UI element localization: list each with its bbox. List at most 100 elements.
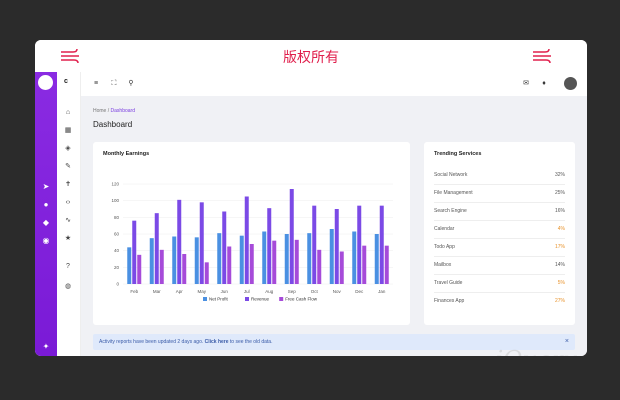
bar <box>244 196 249 284</box>
grid-icon[interactable]: ▦ <box>63 126 73 136</box>
trending-card-title: Trending Services <box>434 151 482 157</box>
bar <box>312 205 317 284</box>
trending-value: 27% <box>554 298 565 304</box>
pen-icon[interactable]: ✎ <box>63 162 73 172</box>
trending-value: 14% <box>554 262 565 268</box>
bar <box>374 234 379 284</box>
alert-link[interactable]: Click here <box>205 339 229 345</box>
bar <box>262 231 267 284</box>
bell-icon[interactable]: ◆ <box>41 218 51 228</box>
trending-value: 16% <box>554 208 565 214</box>
wrench-icon[interactable]: ✦ <box>41 342 51 352</box>
x-tick-label: May <box>197 289 206 294</box>
bar <box>289 189 294 284</box>
globe-icon[interactable]: ◍ <box>63 282 73 292</box>
trending-row: File Management 25% <box>434 184 565 203</box>
trending-name: Mailbox <box>434 262 452 268</box>
user-avatar[interactable] <box>38 75 53 90</box>
x-tick-label: Jan <box>378 289 386 294</box>
wind-logo-icon <box>533 48 551 64</box>
brand-letter[interactable]: c <box>64 78 68 85</box>
x-tick-label: Jul <box>244 289 250 294</box>
alert-message: Activity reports have been updated 2 day… <box>99 339 272 345</box>
top-bar: ≡ ⛶ ⚲ ✉ ♦ <box>81 72 587 96</box>
trending-card: Trending Services Social Network 32% File… <box>424 142 575 325</box>
breadcrumb-separator: / <box>107 108 110 114</box>
trending-name: Todo App <box>434 244 455 250</box>
y-tick-label: 120 <box>111 182 119 187</box>
main-content: ≡ ⛶ ⚲ ✉ ♦ Home / Dashboard Dashboard Mon… <box>81 72 587 356</box>
banner-title: 版权所有 <box>283 50 339 66</box>
bar <box>137 254 142 284</box>
bar <box>249 244 254 284</box>
alert-suffix: to see the old data. <box>228 339 273 345</box>
legend-label: Free Cash Flow <box>285 297 318 302</box>
bar <box>227 246 232 284</box>
search-icon[interactable]: ⚲ <box>126 79 136 89</box>
trending-name: Finances App <box>434 298 465 304</box>
help-icon[interactable]: ● <box>41 200 51 210</box>
home-icon[interactable]: ⌂ <box>63 108 73 118</box>
alert-text: Activity reports have been updated 2 day… <box>99 339 205 345</box>
bar <box>267 208 272 284</box>
bar <box>307 233 312 284</box>
bar <box>222 211 227 284</box>
trending-name: Search Engine <box>434 208 467 214</box>
question-icon[interactable]: ? <box>63 262 73 272</box>
legend-label: Revenue <box>251 297 270 302</box>
x-tick-label: Dec <box>355 289 364 294</box>
chat-icon[interactable]: ◉ <box>41 236 51 246</box>
y-tick-label: 100 <box>111 198 119 203</box>
bar <box>362 245 367 284</box>
trending-row: Mailbox 14% <box>434 256 565 275</box>
trending-name: Calendar <box>434 226 455 232</box>
profile-avatar[interactable] <box>564 77 577 90</box>
bar <box>154 213 159 284</box>
pin-icon[interactable]: ✝ <box>63 180 73 190</box>
jquery-watermark-logo: jQuery <box>495 346 577 356</box>
bell-icon[interactable]: ♦ <box>539 79 549 89</box>
x-tick-label: Nov <box>333 289 342 294</box>
mail-icon[interactable]: ✉ <box>521 79 531 89</box>
chart-icon[interactable]: ∿ <box>63 216 73 226</box>
legend-swatch <box>279 297 284 301</box>
bar <box>317 249 322 284</box>
bar <box>132 220 137 284</box>
trending-value: 5% <box>557 280 565 286</box>
star-icon[interactable]: ★ <box>63 234 73 244</box>
x-tick-label: Feb <box>130 289 138 294</box>
bar <box>194 237 199 284</box>
bar <box>379 205 384 284</box>
trending-row: Search Engine 16% <box>434 202 565 221</box>
bar <box>334 209 339 284</box>
trending-value: 4% <box>557 226 565 232</box>
menu-icon[interactable]: ≡ <box>91 79 101 89</box>
bar <box>294 239 299 284</box>
trending-row: Calendar 4% <box>434 220 565 239</box>
bar <box>149 238 154 284</box>
breadcrumb: Home / Dashboard <box>93 108 135 114</box>
bar <box>217 233 222 284</box>
bar <box>177 199 182 284</box>
x-tick-label: Oct <box>311 289 319 294</box>
close-icon[interactable]: × <box>565 338 569 345</box>
bar <box>172 236 177 284</box>
sidebar: c ⌂ ▦ ◈ ✎ ✝ ‹› ∿ ★ ? ◍ <box>57 72 81 356</box>
trending-name: File Management <box>434 190 473 196</box>
y-tick-label: 60 <box>114 232 120 237</box>
trending-value: 32% <box>554 172 565 178</box>
y-tick-label: 0 <box>116 282 119 287</box>
fullscreen-icon[interactable]: ⛶ <box>109 79 119 89</box>
rocket-icon[interactable]: ➤ <box>41 182 51 192</box>
code-icon[interactable]: ‹› <box>63 198 73 208</box>
layers-icon[interactable]: ◈ <box>63 144 73 154</box>
bar <box>284 234 289 284</box>
bar <box>357 205 362 284</box>
breadcrumb-home[interactable]: Home <box>93 108 106 114</box>
y-tick-label: 20 <box>114 265 120 270</box>
y-tick-label: 40 <box>114 248 120 253</box>
legend-swatch <box>245 297 249 301</box>
x-tick-label: Sep <box>288 289 297 294</box>
app-window: 版权所有 ➤ ● ◆ ◉ ✦ c ⌂ ▦ ◈ ✎ ✝ ‹› ∿ ★ ? ◍ ≡ … <box>35 40 587 356</box>
breadcrumb-current: Dashboard <box>110 108 135 114</box>
